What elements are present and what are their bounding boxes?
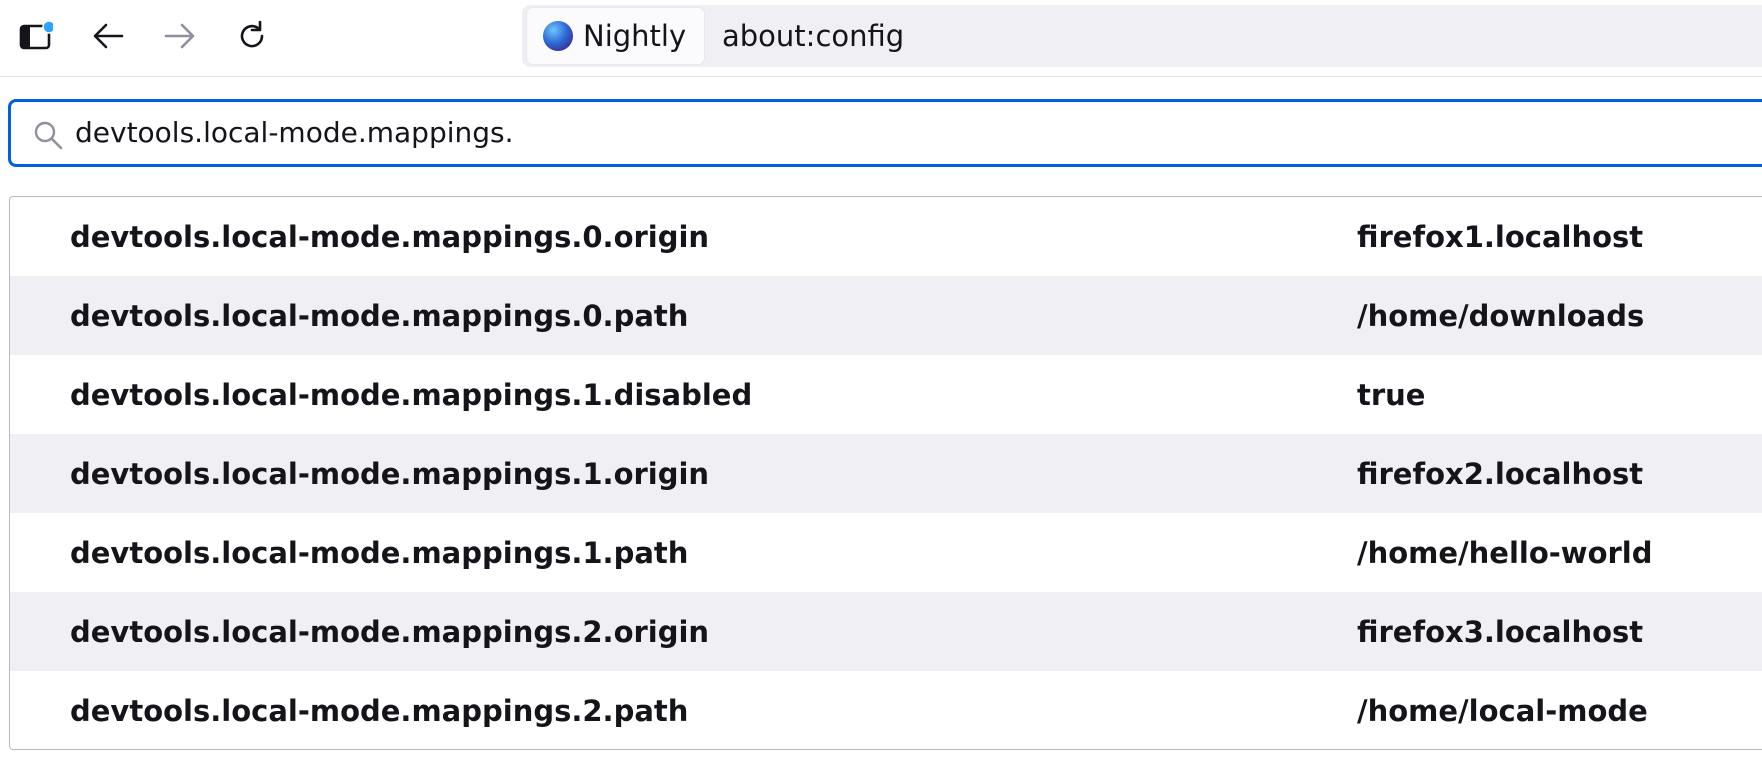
url-text[interactable]: about:config [722, 5, 904, 67]
pref-value: firefox1.localhost [1357, 219, 1644, 254]
url-bar[interactable]: Nightly about:config [522, 5, 1762, 67]
pref-row[interactable]: devtools.local-mode.mappings.1.origin fi… [10, 434, 1762, 513]
pref-value: /home/hello-world [1357, 535, 1653, 570]
pref-name: devtools.local-mode.mappings.0.path [70, 298, 689, 333]
search-icon [33, 120, 63, 154]
arrow-left-icon [92, 22, 124, 50]
pref-value: /home/local-mode [1357, 693, 1648, 728]
reload-icon [236, 20, 268, 52]
pref-name: devtools.local-mode.mappings.1.origin [70, 456, 710, 491]
pref-name: devtools.local-mode.mappings.1.disabled [70, 377, 753, 412]
forward-button[interactable] [158, 14, 202, 58]
identity-box[interactable]: Nightly [527, 8, 705, 64]
pref-row[interactable]: devtools.local-mode.mappings.0.path /hom… [10, 276, 1762, 355]
arrow-right-icon [164, 22, 196, 50]
reload-button[interactable] [230, 14, 274, 58]
browser-toolbar: Nightly about:config [0, 0, 1762, 77]
pref-name: devtools.local-mode.mappings.2.path [70, 693, 689, 728]
pref-row[interactable]: devtools.local-mode.mappings.0.origin fi… [10, 197, 1762, 276]
pref-row[interactable]: devtools.local-mode.mappings.1.disabled … [10, 355, 1762, 434]
pref-row[interactable]: devtools.local-mode.mappings.2.origin fi… [10, 592, 1762, 671]
pref-name: devtools.local-mode.mappings.2.origin [70, 614, 710, 649]
nightly-globe-icon [543, 21, 573, 51]
pref-search-field[interactable]: devtools.local-mode.mappings. [8, 99, 1762, 167]
pref-name: devtools.local-mode.mappings.0.origin [70, 219, 710, 254]
pref-name: devtools.local-mode.mappings.1.path [70, 535, 689, 570]
search-input[interactable]: devtools.local-mode.mappings. [75, 102, 514, 164]
pref-value: firefox2.localhost [1357, 456, 1644, 491]
pref-row[interactable]: devtools.local-mode.mappings.1.path /hom… [10, 513, 1762, 592]
sidebar-toggle-button[interactable] [14, 14, 58, 58]
pref-value: /home/downloads [1357, 298, 1645, 333]
back-button[interactable] [86, 14, 130, 58]
sidebar-icon [19, 21, 53, 51]
identity-label: Nightly [583, 19, 687, 53]
pref-value: true [1357, 377, 1426, 412]
pref-value: firefox3.localhost [1357, 614, 1644, 649]
prefs-table: devtools.local-mode.mappings.0.origin fi… [9, 196, 1762, 750]
pref-row[interactable]: devtools.local-mode.mappings.2.path /hom… [10, 671, 1762, 749]
